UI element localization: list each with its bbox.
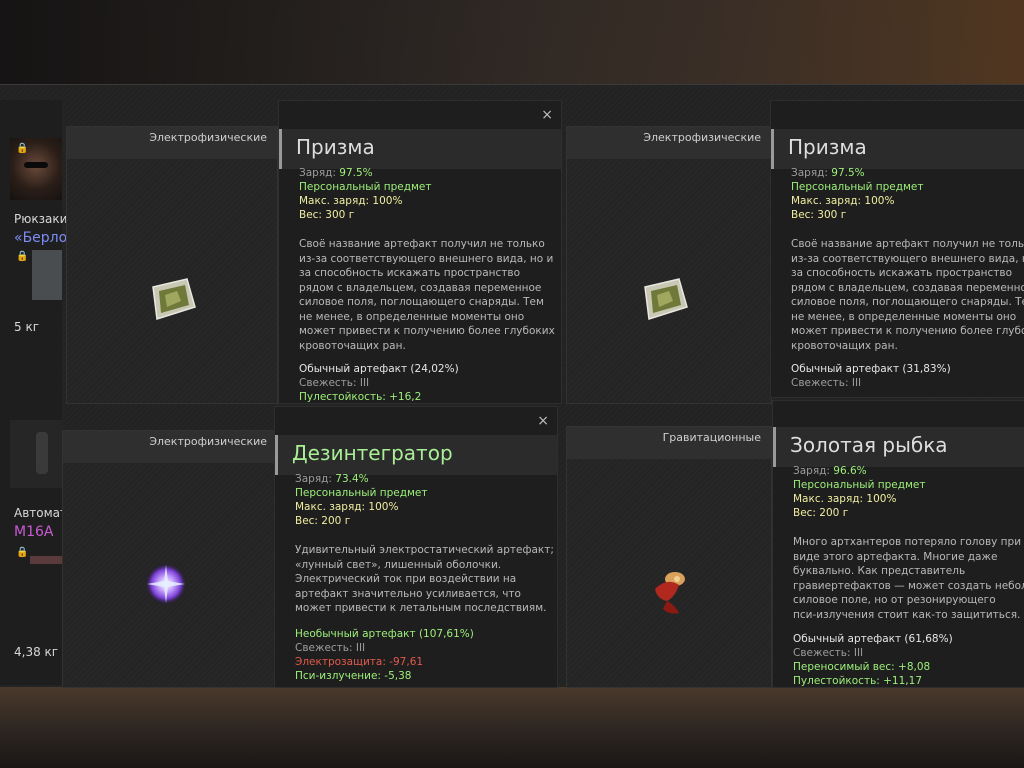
goldfish-artifact-icon[interactable] [645,567,695,619]
artifact-info-goldfish: Золотая рыбка Заряд: 96.6% Персональный … [772,400,1024,688]
background-bottom [0,685,1024,768]
weight: Вес: 300 г [791,209,847,221]
weapon-name-link[interactable]: M16A [14,524,53,540]
charge-value: 97.5% [339,167,373,179]
personal-item: Персональный предмет [295,487,428,499]
category-label: Электрофизические [149,131,267,144]
title-bar: Призма [279,129,561,169]
artifact-panel-prism-2: Электрофизические [566,126,772,404]
max-charge: Макс. заряд: 100% [295,501,399,513]
category-header: Электрофизические [63,431,277,463]
rarity: Обычный артефакт (31,83%) [791,363,951,375]
backpack-image[interactable] [32,250,62,300]
artifact-title: Призма [296,135,375,159]
weapon-image[interactable] [30,556,62,564]
description: Своё название артефакт получил не только… [791,238,1024,352]
artifact-panel-disintegrator: Электрофизические [62,430,278,688]
backpack-weight: 5 кг [14,320,40,334]
prism-artifact-icon[interactable] [147,277,199,323]
artifact-title: Золотая рыбка [790,433,948,457]
rarity: Обычный артефакт (24,02%) [299,363,459,375]
category-header: Электрофизические [67,127,277,159]
title-bar: Призма [771,129,1024,169]
disintegrator-artifact-icon[interactable] [143,561,189,607]
weight: Вес: 300 г [299,209,355,221]
title-bar: Золотая рыбка [773,427,1024,467]
artifact-title: Призма [788,135,867,159]
artifact-info-prism-2: Призма Заряд: 97.5% Персональный предмет… [770,100,1024,398]
charge-label: Заряд: [791,167,828,179]
personal-item: Персональный предмет [299,181,432,193]
freshness: Свежесть: III [295,642,366,654]
charge-label: Заряд: [793,465,830,477]
charge-value: 73.4% [335,473,369,485]
charge-value: 96.6% [833,465,867,477]
max-charge: Макс. заряд: 100% [793,493,897,505]
stat-bulletproof: Пулестойкость: +16,2 [299,391,422,403]
weight: Вес: 200 г [793,507,849,519]
stat-electro-protection: Электрозащита: -97,61 [295,656,424,668]
personal-item: Персональный предмет [791,181,924,193]
category-header: Гравитационные [567,427,771,459]
stat-carry-weight: Переносимый вес: +8,08 [793,661,931,673]
max-charge: Макс. заряд: 100% [791,195,895,207]
artifact-panel-prism-1: Электрофизические [66,126,278,404]
max-charge: Макс. заряд: 100% [299,195,403,207]
prism-artifact-icon[interactable] [639,277,691,323]
rarity: Необычный артефакт (107,61%) [295,628,474,640]
freshness: Свежесть: III [793,647,864,659]
description: Своё название артефакт получил не только… [299,238,555,352]
lock-icon: 🔒 [16,251,29,262]
background-top [0,0,1024,90]
category-label: Электрофизические [149,435,267,448]
category-label: Электрофизические [643,131,761,144]
weapon-slot-image[interactable] [10,420,62,488]
stat-psi-radiation: Пси-излучение: -5,38 [295,670,412,682]
charge-label: Заряд: [295,473,332,485]
description: Много артхантеров потеряло голову при ви… [793,536,1024,621]
charge-label: Заряд: [299,167,336,179]
personal-item: Персональный предмет [793,479,926,491]
stat-bulletproof: Пулестойкость: +11,17 [793,675,922,687]
freshness: Свежесть: III [791,377,862,389]
lock-icon: 🔒 [16,547,29,558]
rarity: Обычный артефакт (61,68%) [793,633,953,645]
close-icon[interactable]: × [541,107,553,123]
description: Удивительный электростатический артефакт… [295,544,554,614]
category-label: Гравитационные [662,431,761,444]
freshness: Свежесть: III [299,377,370,389]
close-icon[interactable]: × [537,413,549,429]
backpack-slot-label: Рюкзаки [14,212,68,226]
artifact-info-disintegrator: Дезинтегратор × Заряд: 73.4% Персональны… [274,406,558,688]
weight: Вес: 200 г [295,515,351,527]
title-bar: Дезинтегратор [275,435,557,475]
lock-icon: 🔒 [16,143,29,154]
weapon-weight: 4,38 кг [14,645,59,659]
artifact-title: Дезинтегратор [292,441,453,465]
mask-eyes [24,162,48,168]
weapon-slot-label: Автомат [14,506,68,520]
artifact-panel-goldfish: Гравитационные [566,426,772,688]
artifact-info-prism-1: Призма × Заряд: 97.5% Персональный предм… [278,100,562,404]
category-header: Электрофизические [567,127,771,159]
charge-value: 97.5% [831,167,865,179]
